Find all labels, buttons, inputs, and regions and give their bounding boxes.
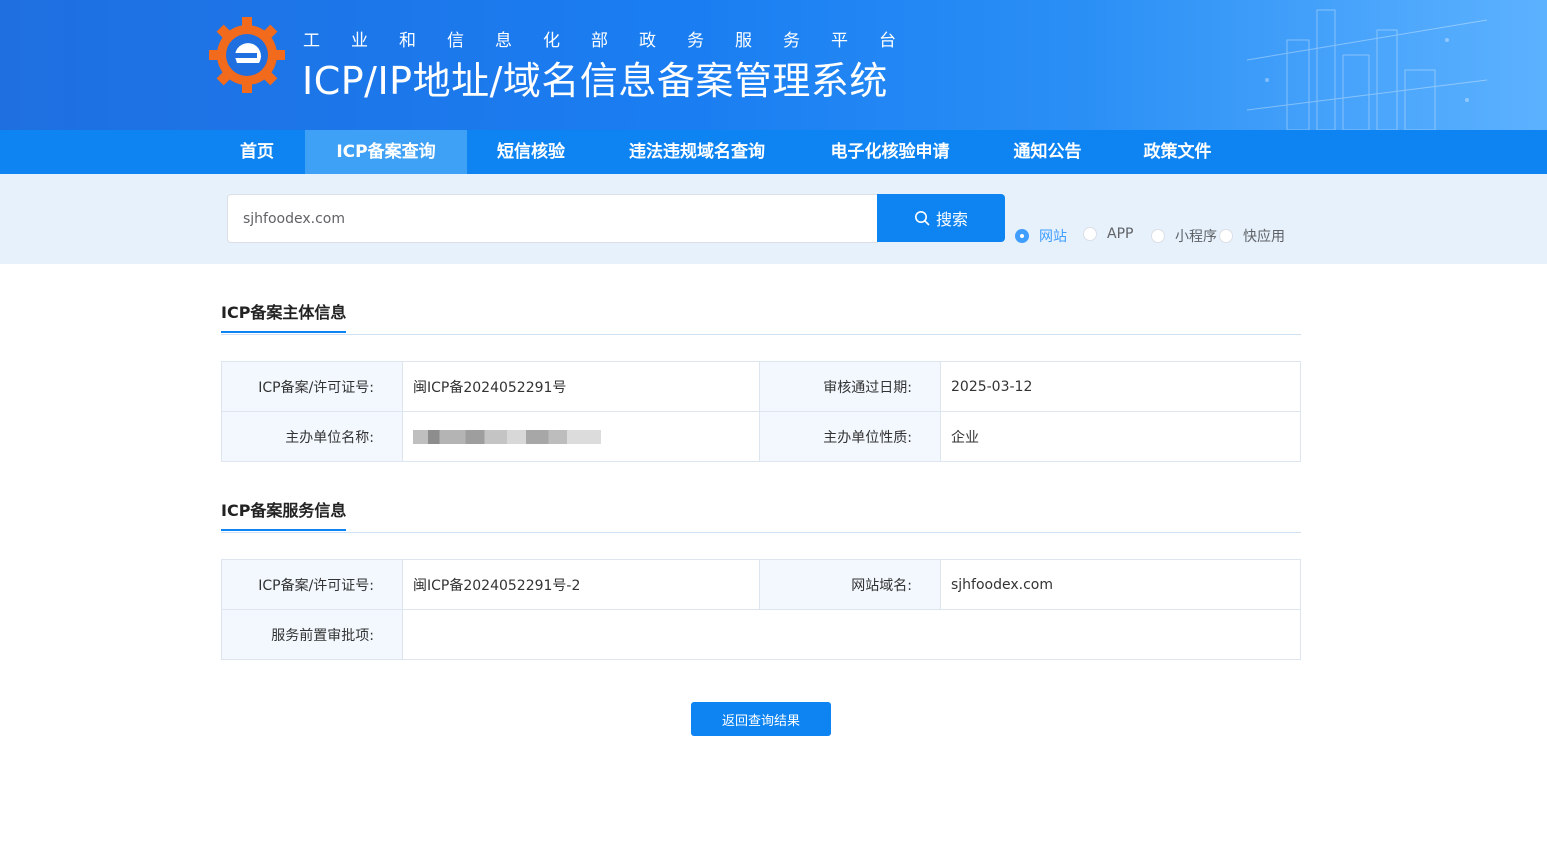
city-skyline-decoration [1247,9,1487,130]
nav-item-policy[interactable]: 政策文件 [1130,130,1225,174]
platform-subtitle: 工业和信息化部政务服务平台 [303,31,927,51]
subject-info-table: ICP备案/许可证号: 闽ICP备2024052291号 审核通过日期: 202… [221,361,1301,462]
system-title: ICP/IP地址/域名信息备案管理系统 [302,59,888,103]
nav-item-notices[interactable]: 通知公告 [1000,130,1095,174]
domain-label: 网站域名: [759,559,941,610]
radio-dot [1151,229,1165,243]
radio-quick-app[interactable]: 快应用 [1219,226,1285,246]
approve-date-label: 审核通过日期: [759,361,941,412]
table-row: 服务前置审批项: [221,609,1301,660]
section-divider [221,334,1301,335]
service-info-title: ICP备案服务信息 [221,497,347,531]
search-input[interactable] [227,194,878,243]
radio-quick-app-label: 快应用 [1243,229,1285,245]
table-row: ICP备案/许可证号: 闽ICP备2024052291号 审核通过日期: 202… [221,361,1301,412]
radio-website-label: 网站 [1039,229,1067,245]
service-info-table: ICP备案/许可证号: 闽ICP备2024052291号-2 网站域名: sjh… [221,559,1301,660]
nav-item-e-verify[interactable]: 电子化核验申请 [815,130,965,174]
search-button[interactable]: 搜索 [877,194,1005,242]
site-header: 工业和信息化部政务服务平台 ICP/IP地址/域名信息备案管理系统 [0,0,1547,130]
org-name-label: 主办单位名称: [221,411,403,462]
section-divider [221,532,1301,533]
license-label: ICP备案/许可证号: [221,361,403,412]
nav-item-illegal-domain[interactable]: 违法违规域名查询 [614,130,780,174]
radio-dot [1083,227,1097,241]
search-button-label: 搜索 [935,210,968,229]
miit-logo-icon [209,17,285,93]
domain-value: sjhfoodex.com [940,559,1301,610]
service-license-label: ICP备案/许可证号: [221,559,403,610]
service-license-value: 闽ICP备2024052291号-2 [402,559,760,610]
main-nav: 首页 ICP备案查询 短信核验 违法违规域名查询 电子化核验申请 通知公告 政策… [0,130,1547,174]
nav-item-icp-query[interactable]: ICP备案查询 [305,130,467,174]
org-name-value [402,411,760,462]
search-icon [914,211,930,226]
table-row: ICP备案/许可证号: 闽ICP备2024052291号-2 网站域名: sjh… [221,559,1301,610]
table-row: 主办单位名称: 主办单位性质: 企业 [221,411,1301,462]
radio-website[interactable]: 网站 [1015,226,1067,246]
nav-item-home[interactable]: 首页 [222,130,292,174]
radio-app[interactable]: APP [1083,226,1133,242]
license-value: 闽ICP备2024052291号 [402,361,760,412]
radio-app-label: APP [1107,226,1134,242]
pre-approval-value [402,609,1301,660]
radio-mini-program-label: 小程序 [1175,229,1217,245]
radio-dot [1219,229,1233,243]
subject-info-title: ICP备案主体信息 [221,299,347,333]
org-type-value: 企业 [940,411,1301,462]
org-type-label: 主办单位性质: [759,411,941,462]
pre-approval-label: 服务前置审批项: [221,609,403,660]
radio-mini-program[interactable]: 小程序 [1151,226,1217,246]
search-area: 搜索 网站 APP 小程序 快应用 [0,174,1547,264]
nav-item-sms-verify[interactable]: 短信核验 [483,130,579,174]
approve-date-value: 2025-03-12 [940,361,1301,412]
redacted-org-name [413,429,601,444]
back-to-results-button[interactable]: 返回查询结果 [691,702,831,736]
radio-dot [1015,229,1029,243]
